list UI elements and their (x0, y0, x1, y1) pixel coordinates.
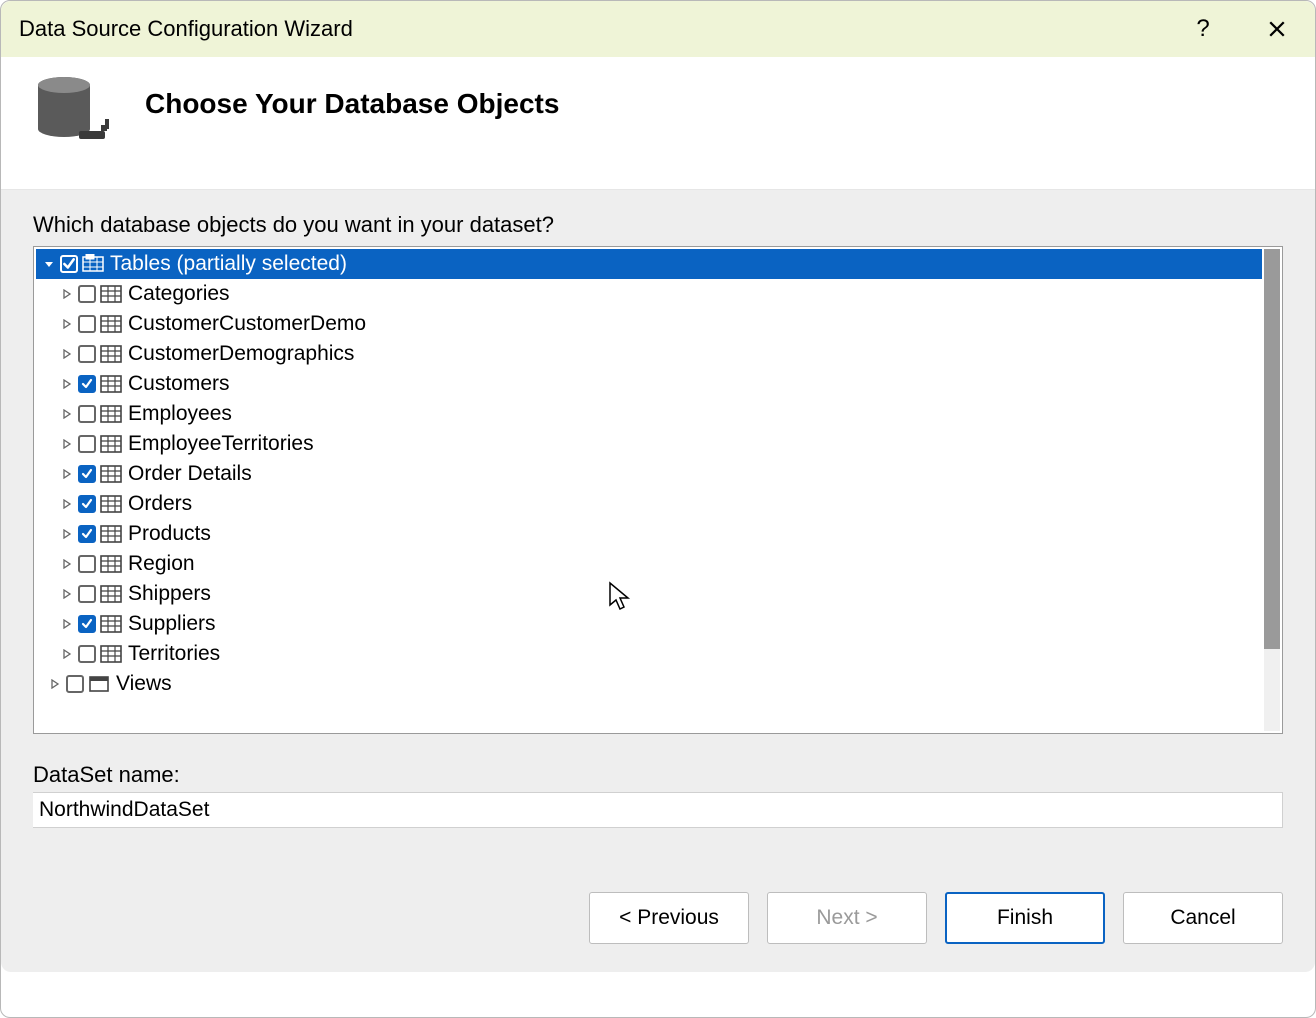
checkbox[interactable] (78, 465, 96, 483)
tree-node-table[interactable]: Orders (36, 489, 1262, 519)
tree-node-tables[interactable]: Tables (partially selected) (36, 249, 1262, 279)
tree-node-table[interactable]: Region (36, 549, 1262, 579)
table-icon (100, 464, 122, 484)
expand-icon[interactable] (60, 437, 74, 451)
dataset-name-label: DataSet name: (33, 762, 1283, 788)
dataset-name-input[interactable] (33, 792, 1283, 828)
tree-node-table[interactable]: CustomerCustomerDemo (36, 309, 1262, 339)
tree-item-label: Orders (128, 492, 192, 516)
checkbox[interactable] (78, 315, 96, 333)
help-button[interactable]: ? (1183, 9, 1223, 49)
table-icon (100, 314, 122, 334)
expand-icon[interactable] (60, 287, 74, 301)
table-icon (100, 374, 122, 394)
expand-icon[interactable] (48, 677, 62, 691)
checkbox[interactable] (78, 435, 96, 453)
tree-item-label: Territories (128, 642, 220, 666)
expand-icon[interactable] (60, 497, 74, 511)
table-icon (100, 434, 122, 454)
titlebar: Data Source Configuration Wizard ? (1, 1, 1315, 57)
expand-icon[interactable] (60, 617, 74, 631)
tree-node-table[interactable]: Customers (36, 369, 1262, 399)
wizard-header: Choose Your Database Objects (1, 57, 1315, 190)
finish-button[interactable]: Finish (945, 892, 1105, 944)
checkbox[interactable] (78, 345, 96, 363)
expand-icon[interactable] (60, 317, 74, 331)
expand-icon[interactable] (60, 467, 74, 481)
tree-node-table[interactable]: Employees (36, 399, 1262, 429)
expand-icon[interactable] (60, 527, 74, 541)
tree-item-label: Views (116, 672, 172, 696)
checkbox[interactable] (78, 525, 96, 543)
views-group-icon (88, 674, 110, 694)
tree-item-label: Products (128, 522, 211, 546)
collapse-icon[interactable] (42, 257, 56, 271)
checkbox[interactable] (78, 615, 96, 633)
table-icon (100, 284, 122, 304)
checkbox[interactable] (78, 555, 96, 573)
table-icon (100, 644, 122, 664)
close-icon (1268, 20, 1286, 38)
tree-node-table[interactable]: Categories (36, 279, 1262, 309)
tree-item-label: Customers (128, 372, 230, 396)
tree-node-table[interactable]: Territories (36, 639, 1262, 669)
close-button[interactable] (1257, 9, 1297, 49)
tree-item-label: Shippers (128, 582, 211, 606)
wizard-window: Data Source Configuration Wizard ? Choos… (0, 0, 1316, 1018)
expand-icon[interactable] (60, 347, 74, 361)
tree-node-table[interactable]: Order Details (36, 459, 1262, 489)
scrollbar-thumb[interactable] (1264, 249, 1280, 649)
objects-tree[interactable]: Tables (partially selected) Categories Cus… (33, 246, 1283, 734)
tree-item-label: EmployeeTerritories (128, 432, 314, 456)
previous-button[interactable]: < Previous (589, 892, 749, 944)
expand-icon[interactable] (60, 377, 74, 391)
wizard-body: Which database objects do you want in yo… (1, 190, 1315, 828)
table-icon (100, 344, 122, 364)
tree-item-label: CustomerDemographics (128, 342, 354, 366)
expand-icon[interactable] (60, 647, 74, 661)
tree-node-table[interactable]: CustomerDemographics (36, 339, 1262, 369)
next-button: Next > (767, 892, 927, 944)
tree-item-label: Tables (partially selected) (110, 252, 347, 276)
table-icon (100, 614, 122, 634)
checkbox[interactable] (78, 495, 96, 513)
tree-item-label: CustomerCustomerDemo (128, 312, 366, 336)
tree-node-table[interactable]: Products (36, 519, 1262, 549)
expand-icon[interactable] (60, 557, 74, 571)
tree-item-label: Employees (128, 402, 232, 426)
tree-item-label: Suppliers (128, 612, 216, 636)
database-icon (31, 75, 115, 155)
tree-item-label: Order Details (128, 462, 252, 486)
tables-group-icon (82, 254, 104, 274)
checkbox[interactable] (78, 405, 96, 423)
page-heading: Choose Your Database Objects (145, 88, 559, 120)
tree-node-table[interactable]: Shippers (36, 579, 1262, 609)
expand-icon[interactable] (60, 407, 74, 421)
tree-item-label: Region (128, 552, 195, 576)
checkbox[interactable] (66, 675, 84, 693)
tree-node-table[interactable]: EmployeeTerritories (36, 429, 1262, 459)
tree-scrollbar[interactable] (1264, 249, 1280, 731)
tree-item-label: Categories (128, 282, 230, 306)
checkbox[interactable] (78, 585, 96, 603)
checkbox[interactable] (78, 285, 96, 303)
cancel-button[interactable]: Cancel (1123, 892, 1283, 944)
table-icon (100, 584, 122, 604)
checkbox[interactable] (60, 255, 78, 273)
window-title: Data Source Configuration Wizard (19, 16, 1183, 42)
tree-node-views[interactable]: Views (36, 669, 1262, 699)
checkbox[interactable] (78, 645, 96, 663)
prompt-text: Which database objects do you want in yo… (33, 212, 1283, 238)
spacer (1, 828, 1315, 878)
table-icon (100, 554, 122, 574)
table-icon (100, 494, 122, 514)
tree-node-table[interactable]: Suppliers (36, 609, 1262, 639)
table-icon (100, 404, 122, 424)
table-icon (100, 524, 122, 544)
expand-icon[interactable] (60, 587, 74, 601)
checkbox[interactable] (78, 375, 96, 393)
wizard-footer: < Previous Next > Finish Cancel (1, 878, 1315, 972)
